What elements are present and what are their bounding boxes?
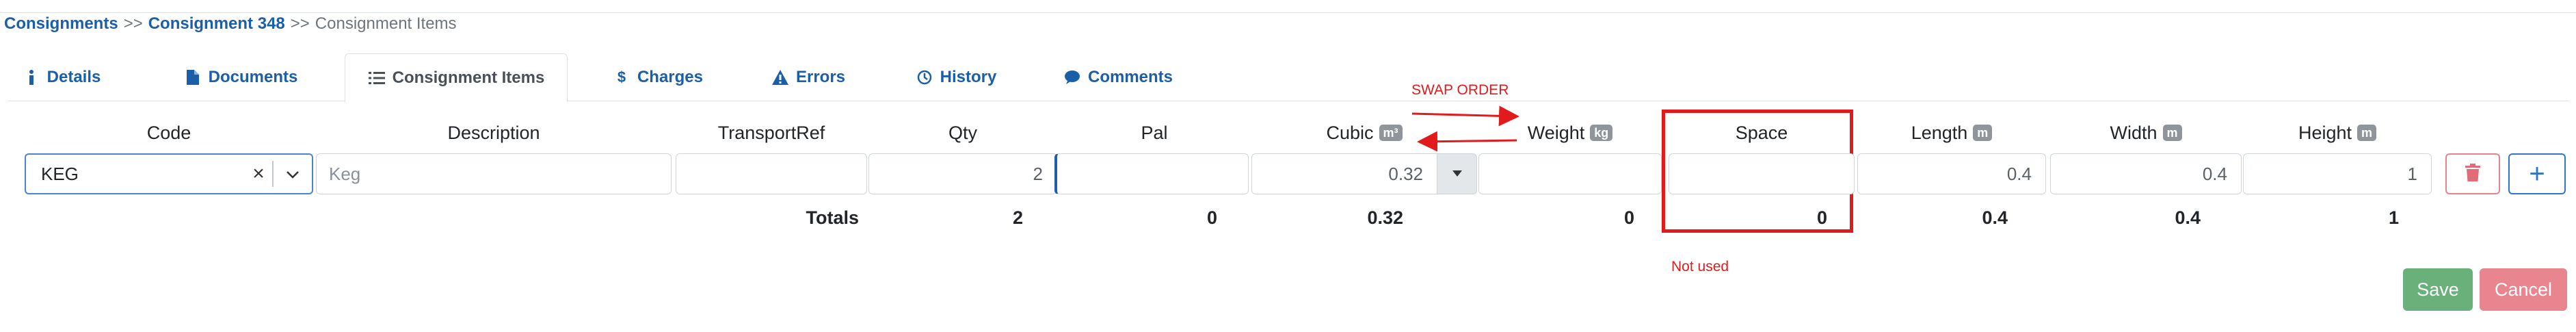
column-label: Space: [1735, 122, 1788, 143]
column-header-cubic: Cubic m³: [1251, 120, 1477, 145]
column-label: Height: [2298, 122, 2352, 143]
code-select[interactable]: KEG ×: [25, 153, 313, 194]
total-cubic: 0.32: [1367, 207, 1403, 228]
column-header-qty: Qty: [868, 120, 1057, 145]
length-field[interactable]: 0.4: [1857, 153, 2046, 194]
description-placeholder: Keg: [329, 163, 361, 184]
total-pal: 0: [1206, 207, 1217, 228]
code-select-value: KEG: [41, 163, 79, 184]
total-space: 0: [1816, 207, 1827, 228]
qty-value: 2: [1033, 163, 1043, 184]
unit-badge: m: [2357, 125, 2377, 141]
list-icon: [368, 71, 386, 85]
column-header-height: Height m: [2243, 120, 2432, 145]
not-used-annotation: Not used: [1671, 259, 1729, 274]
column-label: TransportRef: [717, 122, 825, 143]
column-label: Description: [447, 122, 540, 143]
column-label: Length: [1911, 122, 1968, 143]
chevron-down-icon[interactable]: [274, 165, 312, 183]
column-label: Qty: [948, 122, 977, 143]
caret-down-icon: [1452, 168, 1462, 180]
column-header-code: Code: [25, 120, 313, 145]
column-header-length: Length m: [1857, 120, 2046, 145]
height-field[interactable]: 1: [2243, 153, 2432, 194]
space-field[interactable]: [1669, 153, 1855, 194]
pal-field[interactable]: [1054, 153, 1249, 194]
width-value: 0.4: [2202, 163, 2227, 184]
plus-icon: +: [2529, 158, 2545, 189]
unit-badge: kg: [1590, 125, 1613, 141]
unit-badge: m³: [1379, 125, 1403, 141]
column-label: Width: [2110, 122, 2157, 143]
delete-row-button[interactable]: [2445, 153, 2500, 194]
total-width: 0.4: [2175, 207, 2201, 228]
qty-field[interactable]: 2: [868, 153, 1057, 194]
column-label: Code: [146, 122, 191, 143]
column-label: Weight: [1527, 122, 1585, 143]
width-field[interactable]: 0.4: [2050, 153, 2242, 194]
cubic-dropdown-toggle[interactable]: [1437, 153, 1477, 194]
total-qty: 2: [1012, 207, 1023, 228]
column-label: Cubic: [1326, 122, 1374, 143]
cubic-field[interactable]: 0.32: [1251, 153, 1437, 194]
save-button[interactable]: Save: [2403, 268, 2473, 311]
height-value: 1: [2407, 163, 2417, 184]
unit-badge: m: [1973, 125, 1993, 141]
column-header-space: Space: [1669, 120, 1855, 145]
weight-field[interactable]: [1478, 153, 1662, 194]
arrow-right: [1411, 105, 1519, 127]
cubic-value: 0.32: [1388, 163, 1423, 184]
add-row-button[interactable]: +: [2508, 153, 2566, 194]
column-label: Pal: [1141, 122, 1168, 143]
totals-label: Totals: [806, 207, 859, 228]
tab-label: Consignment Items: [392, 68, 545, 87]
transportref-field[interactable]: [676, 153, 867, 194]
clear-icon[interactable]: ×: [245, 162, 272, 186]
column-header-transportref: TransportRef: [676, 120, 867, 145]
column-header-width: Width m: [2050, 120, 2242, 145]
tab-consignment-items[interactable]: Consignment Items: [345, 53, 568, 103]
total-height: 1: [2388, 207, 2399, 228]
cancel-button[interactable]: Cancel: [2480, 268, 2567, 311]
total-weight: 0: [1623, 207, 1634, 228]
description-field[interactable]: Keg: [316, 153, 672, 194]
trash-icon: [2465, 163, 2480, 185]
cubic-input-group: 0.32: [1251, 153, 1477, 194]
column-header-pal: Pal: [1060, 120, 1249, 145]
length-value: 0.4: [2006, 163, 2032, 184]
column-header-weight: Weight kg: [1478, 120, 1662, 145]
total-length: 0.4: [1982, 207, 2008, 228]
column-header-description: Description: [316, 120, 672, 145]
unit-badge: m: [2162, 125, 2182, 141]
